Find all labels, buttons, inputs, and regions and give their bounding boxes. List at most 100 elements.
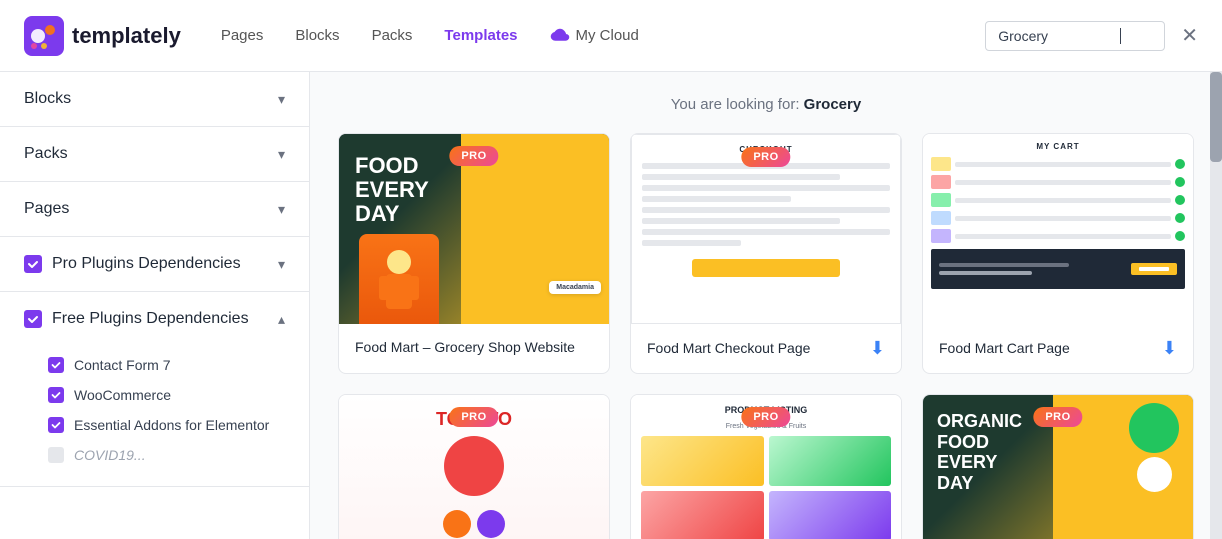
nav-pages[interactable]: Pages <box>221 23 264 48</box>
line <box>642 207 890 213</box>
nav-templates[interactable]: Templates <box>444 23 517 48</box>
cart-summary-bar <box>931 249 1185 289</box>
tomato-circle <box>444 436 504 496</box>
pro-badge: PRO <box>449 407 498 427</box>
btn-text <box>1139 267 1169 271</box>
orange-circle <box>443 510 471 538</box>
download-button-checkout[interactable]: ⬇ <box>870 338 885 359</box>
card-footer-food-mart-grocery: Food Mart – Grocery Shop Website <box>339 324 609 372</box>
free-plugins-checkbox[interactable] <box>24 310 42 328</box>
scrollbar-thumb[interactable] <box>1210 72 1222 162</box>
line <box>642 185 890 191</box>
card-thumb-product-listing: PRO PRODUCT LISTING Fresh Vegetables & F… <box>631 395 901 539</box>
organic-veggie <box>1119 403 1189 523</box>
cart-mockup: MY CART <box>923 134 1193 324</box>
cart-status-dot <box>1175 195 1185 205</box>
card-thumb-organic-food: PRO ORGANICFOODEVERYDAY <box>923 395 1193 539</box>
cart-item-name <box>955 234 1171 239</box>
cursor-caret <box>1120 28 1121 44</box>
macadamia-tag: Macadamia <box>549 281 601 294</box>
check-icon <box>51 420 61 430</box>
card-tomato[interactable]: PRO TOMATO Tomato <box>338 394 610 539</box>
cart-row-3 <box>931 193 1185 207</box>
sub-item-covid19[interactable]: COVID19... <box>48 440 285 470</box>
chevron-down-icon: ▾ <box>278 146 285 163</box>
card-product-listing[interactable]: PRO PRODUCT LISTING Fresh Vegetables & F… <box>630 394 902 539</box>
contact-form-7-label: Contact Form 7 <box>74 357 170 373</box>
sidebar-pages-header[interactable]: Pages ▾ <box>0 182 309 236</box>
cart-row-2 <box>931 175 1185 189</box>
pro-badge: PRO <box>741 147 790 167</box>
woocommerce-checkbox[interactable] <box>48 387 64 403</box>
chevron-down-icon: ▾ <box>278 201 285 218</box>
line <box>642 196 791 202</box>
cart-row-1 <box>931 157 1185 171</box>
search-box[interactable] <box>985 21 1165 51</box>
cart-item-img <box>931 175 951 189</box>
cart-item-img <box>931 157 951 171</box>
card-footer-cart: Food Mart Cart Page ⬇ <box>923 324 1193 373</box>
sub-item-contact-form-7[interactable]: Contact Form 7 <box>48 350 285 380</box>
line <box>642 218 840 224</box>
logo-area[interactable]: templately <box>24 16 181 56</box>
check-icon <box>51 390 61 400</box>
app-header: templately Pages Blocks Packs Templates … <box>0 0 1222 72</box>
nav-blocks[interactable]: Blocks <box>295 23 339 48</box>
pro-plugins-checkbox[interactable] <box>24 255 42 273</box>
sidebar-blocks-header[interactable]: Blocks ▾ <box>0 72 309 126</box>
card-organic-food[interactable]: PRO ORGANICFOODEVERYDAY Organic Food Eve… <box>922 394 1194 539</box>
card-thumb-food-mart-cart: MY CART <box>923 134 1193 324</box>
cart-item-img <box>931 193 951 207</box>
logo-icon <box>24 16 64 56</box>
essential-addons-checkbox[interactable] <box>48 417 64 433</box>
card-food-mart-grocery[interactable]: PRO FOODEVERYDAY Macadamia <box>338 133 610 374</box>
cart-status-dot <box>1175 177 1185 187</box>
cart-item-img <box>931 229 951 243</box>
chevron-down-icon: ▾ <box>278 256 285 273</box>
nav-packs[interactable]: Packs <box>372 23 413 48</box>
check-icon <box>27 313 39 325</box>
search-input[interactable] <box>998 28 1118 44</box>
veggie-circle <box>1129 403 1179 453</box>
sidebar-free-plugins-header[interactable]: Free Plugins Dependencies ▴ <box>0 292 309 346</box>
cloud-icon <box>550 28 570 44</box>
cart-item-name <box>955 162 1171 167</box>
product-item-3 <box>641 491 764 539</box>
sidebar-packs-header[interactable]: Packs ▾ <box>0 127 309 181</box>
download-button-cart[interactable]: ⬇ <box>1162 338 1177 359</box>
scrollbar-track[interactable] <box>1210 72 1222 539</box>
my-cart-title: MY CART <box>931 142 1185 151</box>
sidebar: Blocks ▾ Packs ▾ Pages ▾ <box>0 72 310 539</box>
template-grid: PRO FOODEVERYDAY Macadamia <box>338 133 1194 539</box>
card-title-cart: Food Mart Cart Page <box>939 339 1070 359</box>
purple-circle <box>477 510 505 538</box>
sidebar-blocks-label: Blocks <box>24 90 71 108</box>
content-area: You are looking for: Grocery PRO FOODEVE… <box>310 72 1222 539</box>
check-icon <box>51 360 61 370</box>
sidebar-pro-plugins-header[interactable]: Pro Plugins Dependencies ▾ <box>0 237 309 291</box>
cart-item-name <box>955 198 1171 203</box>
covid19-checkbox[interactable] <box>48 447 64 463</box>
card-thumb-food-mart-grocery: PRO FOODEVERYDAY Macadamia <box>339 134 609 324</box>
check-icon <box>27 258 39 270</box>
search-results-label: You are looking for: Grocery <box>338 96 1194 113</box>
sidebar-free-plugins-section: Free Plugins Dependencies ▴ Contact Form… <box>0 292 309 487</box>
close-button[interactable]: ✕ <box>1181 26 1198 46</box>
pro-badge: PRO <box>741 407 790 427</box>
product-grid <box>641 436 891 539</box>
woocommerce-label: WooCommerce <box>74 387 171 403</box>
checkout-btn <box>692 259 841 277</box>
nav-mycloud[interactable]: My Cloud <box>550 23 639 48</box>
sub-item-woocommerce[interactable]: WooCommerce <box>48 380 285 410</box>
cart-row-4 <box>931 211 1185 225</box>
contact-form-7-checkbox[interactable] <box>48 357 64 373</box>
card-food-mart-cart[interactable]: MY CART <box>922 133 1194 374</box>
card-food-mart-checkout[interactable]: PRO CHECKOUT <box>630 133 902 374</box>
chevron-down-icon: ▾ <box>278 91 285 108</box>
cart-item-img <box>931 211 951 225</box>
total-line <box>939 263 1069 267</box>
line <box>642 240 741 246</box>
free-plugins-items: Contact Form 7 WooCommerce <box>0 346 309 486</box>
card-footer-checkout: Food Mart Checkout Page ⬇ <box>631 324 901 373</box>
sub-item-essential-addons[interactable]: Essential Addons for Elementor <box>48 410 285 440</box>
